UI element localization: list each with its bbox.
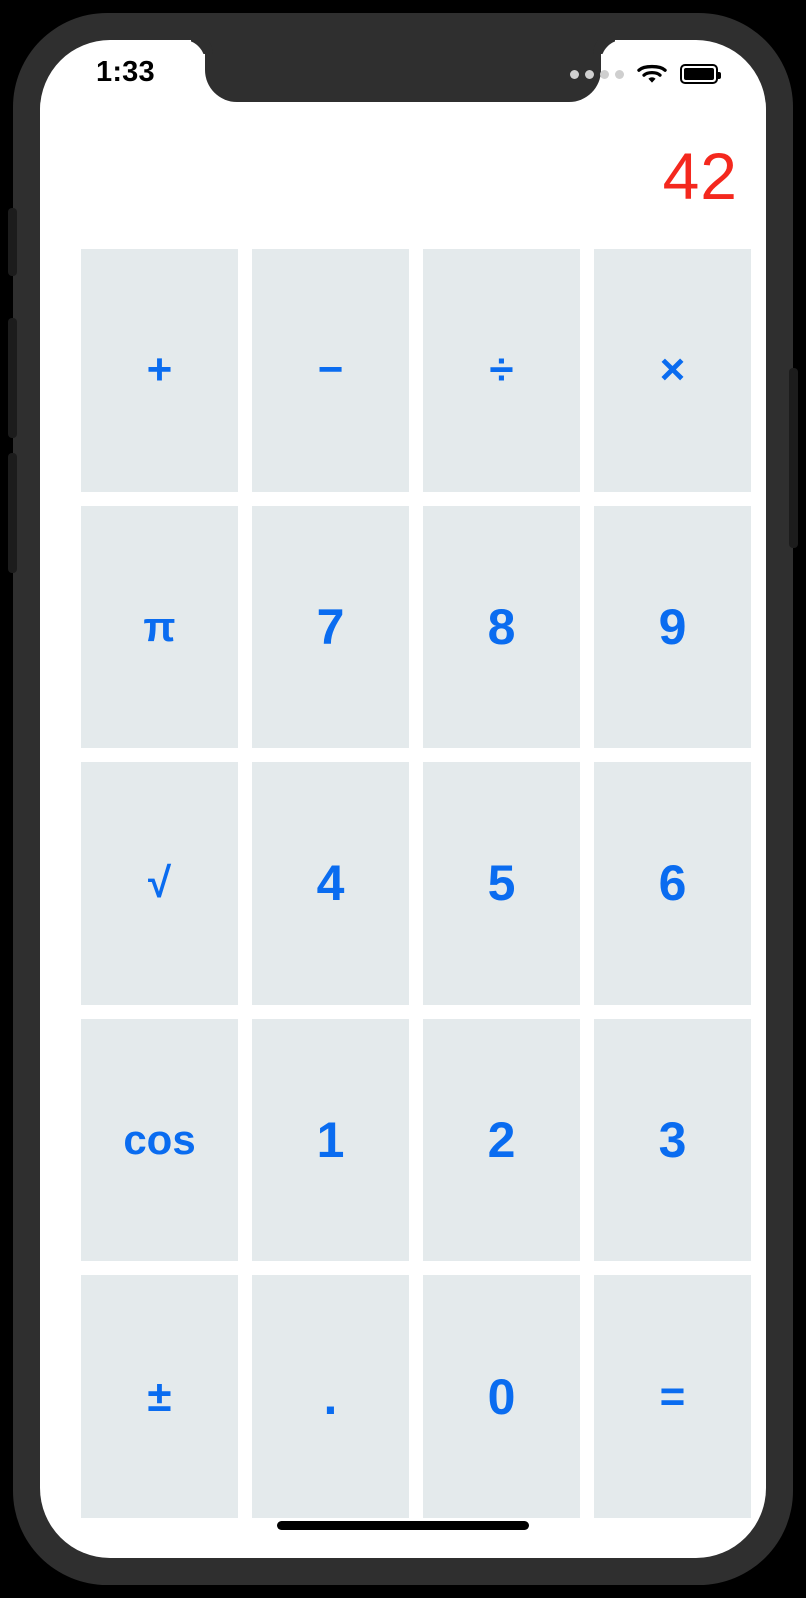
key-minus[interactable]: − xyxy=(252,249,409,492)
key-plus[interactable]: + xyxy=(81,249,238,492)
key-8[interactable]: 8 xyxy=(423,505,580,749)
phone-screen: 1:33 42 + − ÷ × π 7 8 9 √ 4 5 6 cos 1 2 3 ±. 0 = xyxy=(40,40,766,1558)
key-pi[interactable]: π xyxy=(81,505,238,749)
display-value: 42 xyxy=(662,139,738,213)
key-equals[interactable]: = xyxy=(594,1275,751,1518)
battery-level xyxy=(684,68,714,80)
calculator-keypad: + − ÷ × π 7 8 9 √ 4 5 6 cos 1 2 3 ±. 0 = xyxy=(81,249,751,1518)
key-4[interactable]: 4 xyxy=(252,762,409,1005)
key-decimal[interactable]: . xyxy=(252,1275,409,1518)
calculator-display: 42 xyxy=(40,102,766,250)
home-indicator[interactable] xyxy=(277,1521,529,1530)
phone-frame: 1:33 42 + − ÷ × π 7 8 9 √ 4 5 6 cos 1 2 3 ±. 0 = xyxy=(8,13,798,1585)
wifi-icon xyxy=(637,64,667,83)
key-0[interactable]: 0 xyxy=(423,1275,580,1518)
key-6[interactable]: 6 xyxy=(594,762,751,1005)
status-bar-time: 1:33 xyxy=(96,55,155,88)
battery-cap xyxy=(718,72,721,79)
power-button[interactable] xyxy=(789,368,798,548)
key-multiply[interactable]: × xyxy=(594,249,751,492)
key-divide[interactable]: ÷ xyxy=(423,249,580,492)
key-9[interactable]: 9 xyxy=(594,505,751,749)
notch xyxy=(205,40,601,102)
battery-full-icon xyxy=(680,64,721,84)
volume-down-button[interactable] xyxy=(8,453,17,573)
key-cos[interactable]: cos xyxy=(81,1018,238,1262)
key-3[interactable]: 3 xyxy=(594,1018,751,1262)
silent-switch-button[interactable] xyxy=(8,208,17,276)
key-2[interactable]: 2 xyxy=(423,1018,580,1262)
key-5[interactable]: 5 xyxy=(423,762,580,1005)
key-plus-minus[interactable]: ± xyxy=(81,1275,238,1518)
volume-up-button[interactable] xyxy=(8,318,17,438)
key-sqrt[interactable]: √ xyxy=(81,762,238,1005)
key-1[interactable]: 1 xyxy=(252,1018,409,1262)
key-7[interactable]: 7 xyxy=(252,505,409,749)
